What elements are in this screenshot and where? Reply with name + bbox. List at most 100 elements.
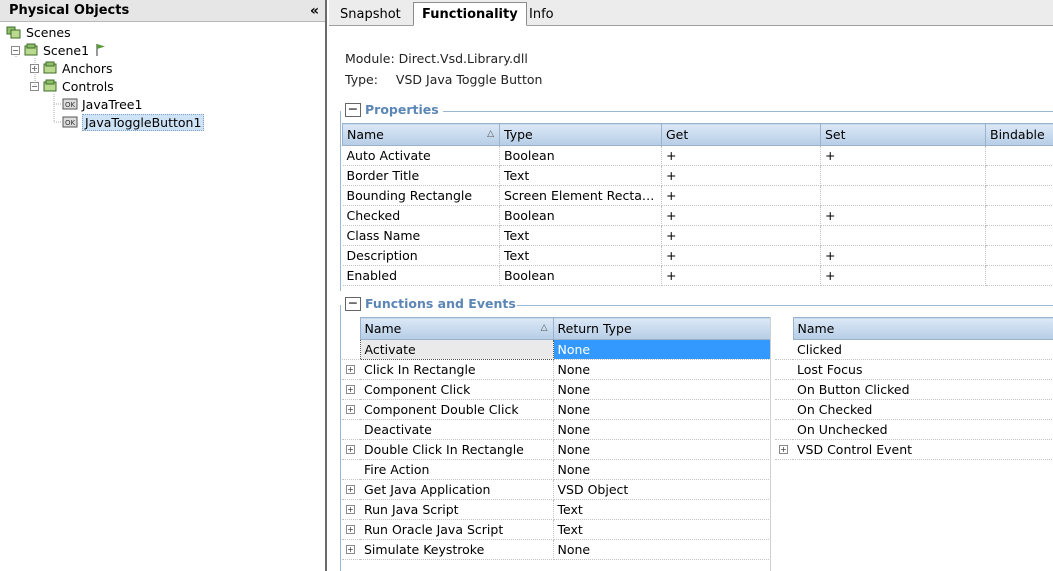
property-type: Text (499, 245, 662, 266)
expand-plus-icon[interactable]: + (346, 405, 355, 414)
property-bindable (985, 265, 1053, 286)
sort-asc-icon: △ (540, 323, 548, 333)
row-spacer (342, 419, 360, 440)
expand-row-icon[interactable]: + (342, 519, 360, 540)
event-row[interactable]: On Button Clicked (775, 379, 1053, 400)
function-row[interactable]: + Component Double Click None (342, 399, 771, 420)
property-get: + (661, 205, 821, 226)
property-set (820, 165, 986, 186)
type-label: Type: (345, 72, 378, 87)
column-header-function-name[interactable]: Name △ (359, 317, 554, 340)
event-name: Lost Focus (793, 359, 1053, 380)
expand-row-icon[interactable]: + (342, 479, 360, 500)
function-return-type: VSD Object (553, 479, 771, 500)
expand-plus-icon[interactable]: + (346, 505, 355, 514)
column-header-set[interactable]: Set (820, 123, 986, 146)
function-row[interactable]: Deactivate None (342, 419, 771, 440)
property-type: Screen Element Rectan... (499, 185, 662, 206)
function-row[interactable]: + Double Click In Rectangle None (342, 439, 771, 460)
event-row[interactable]: + VSD Control Event (775, 439, 1053, 460)
column-header-bindable[interactable]: Bindable (985, 123, 1053, 146)
property-row[interactable]: Description Text + + (342, 245, 1053, 266)
expand-row-icon[interactable]: + (342, 399, 360, 420)
function-return-type: None (553, 419, 771, 440)
function-row[interactable]: + Simulate Keystroke None (342, 539, 771, 560)
functions-table: Name △ Return Type Activate None + Click In … (342, 317, 771, 560)
column-header-return-type[interactable]: Return Type (552, 317, 771, 340)
expand-plus-icon[interactable]: + (779, 445, 788, 454)
property-row[interactable]: Checked Boolean + + (342, 205, 1053, 226)
expand-row-icon[interactable]: + (342, 439, 360, 460)
event-row[interactable]: Clicked (775, 339, 1053, 360)
property-row[interactable]: Enabled Boolean + + (342, 265, 1053, 286)
function-name: Component Double Click (360, 399, 554, 420)
expand-row-icon[interactable]: + (775, 439, 793, 460)
property-set: + (820, 145, 986, 166)
function-name: Component Click (360, 379, 554, 400)
event-row[interactable]: On Checked (775, 399, 1053, 420)
property-get: + (661, 165, 821, 186)
expand-row-icon[interactable]: + (342, 359, 360, 380)
expand-plus-icon[interactable]: + (346, 525, 355, 534)
function-row[interactable]: + Get Java Application VSD Object (342, 479, 771, 500)
column-header-name[interactable]: Name △ (342, 123, 500, 146)
property-row[interactable]: Auto Activate Boolean + + (342, 145, 1053, 166)
property-type: Boolean (499, 145, 662, 166)
functions-splitter[interactable] (770, 317, 771, 571)
column-header-type[interactable]: Type (499, 123, 662, 146)
property-get: + (661, 265, 821, 286)
function-return-type: None (553, 539, 771, 560)
property-set: + (820, 265, 986, 286)
function-row[interactable]: + Run Java Script Text (342, 499, 771, 520)
row-spacer (342, 459, 360, 480)
expand-plus-icon[interactable]: + (346, 365, 355, 374)
function-return-type: None (553, 459, 771, 480)
properties-collapse-button[interactable]: − (345, 102, 361, 117)
event-name: Clicked (793, 339, 1053, 360)
property-row[interactable]: Bounding Rectangle Screen Element Rectan.… (342, 185, 1053, 206)
expand-plus-icon[interactable]: + (346, 445, 355, 454)
expand-plus-icon[interactable]: + (346, 485, 355, 494)
property-bindable (985, 205, 1053, 226)
function-name: Double Click In Rectangle (360, 439, 554, 460)
expand-plus-icon[interactable]: + (346, 545, 355, 554)
row-spacer (342, 339, 360, 360)
column-header-event-name[interactable]: Name (792, 317, 1053, 340)
expand-row-icon[interactable]: + (342, 379, 360, 400)
function-row[interactable]: Fire Action None (342, 459, 771, 480)
event-row[interactable]: Lost Focus (775, 359, 1053, 380)
tree-guide-lines (15, 56, 62, 123)
function-return-type: Text (553, 499, 771, 520)
functions-collapse-button[interactable]: − (345, 296, 361, 311)
tab-functionality[interactable]: Functionality (413, 2, 527, 26)
event-name: On Unchecked (793, 419, 1053, 440)
function-row[interactable]: + Component Click None (342, 379, 771, 400)
expand-row-icon[interactable]: + (342, 499, 360, 520)
function-name: Get Java Application (360, 479, 554, 500)
expand-plus-icon[interactable]: + (346, 385, 355, 394)
function-return-type: None (553, 399, 771, 420)
events-header-spacer (775, 317, 793, 340)
function-row[interactable]: + Click In Rectangle None (342, 359, 771, 380)
property-set (820, 185, 986, 206)
expand-row-icon[interactable]: + (342, 539, 360, 560)
function-row[interactable]: Activate None (342, 339, 771, 360)
column-header-get[interactable]: Get (661, 123, 821, 146)
tab-info[interactable]: Info (521, 3, 562, 25)
property-name: Border Title (342, 165, 500, 186)
property-type: Text (499, 165, 662, 186)
property-get: + (661, 185, 821, 206)
function-row[interactable]: + Run Oracle Java Script Text (342, 519, 771, 540)
property-set: + (820, 205, 986, 226)
functions-group-border (340, 305, 341, 571)
functions-group-title: − Functions and Events (345, 296, 516, 311)
tab-snapshot[interactable]: Snapshot (332, 3, 409, 25)
event-row[interactable]: On Unchecked (775, 419, 1053, 440)
property-name: Class Name (342, 225, 500, 246)
properties-group-line (443, 111, 1053, 112)
property-row[interactable]: Border Title Text + (342, 165, 1053, 186)
property-bindable (985, 145, 1053, 166)
property-row[interactable]: Class Name Text + (342, 225, 1053, 246)
row-spacer (775, 399, 793, 420)
property-name: Enabled (342, 265, 500, 286)
